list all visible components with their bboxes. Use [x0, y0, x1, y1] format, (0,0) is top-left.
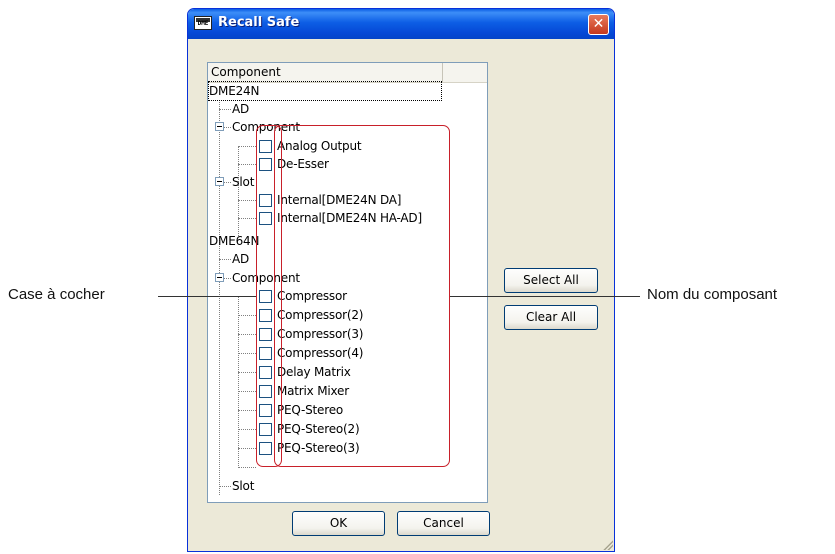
callout-line-right	[450, 296, 640, 297]
collapse-slot-icon[interactable]	[215, 177, 224, 186]
clear-all-button[interactable]: Clear All	[504, 305, 598, 330]
tree-node-dme64n[interactable]: DME64N	[209, 232, 259, 250]
component-name-highlight	[274, 125, 450, 467]
tree-node-ad[interactable]: AD	[232, 250, 249, 268]
column-header-component[interactable]: Component	[208, 63, 443, 82]
tree-node-ad[interactable]: AD	[232, 100, 249, 118]
tree-header: Component	[208, 63, 487, 83]
column-header-empty[interactable]	[444, 63, 487, 82]
close-button[interactable]: ✕	[588, 14, 609, 35]
tree-node-slot[interactable]: Slot	[232, 173, 254, 191]
collapse-component-icon[interactable]	[215, 122, 224, 131]
ok-button[interactable]: OK	[292, 511, 385, 536]
checkbox-callout-label: Case à cocher	[8, 286, 105, 303]
callout-line-left	[158, 296, 256, 297]
cancel-button[interactable]: Cancel	[397, 511, 490, 536]
select-all-button[interactable]: Select All	[504, 268, 598, 293]
title-bar[interactable]: DME Recall Safe ✕	[188, 9, 614, 39]
collapse-component-icon[interactable]	[215, 273, 224, 282]
component-name-callout-label: Nom du composant	[647, 286, 778, 303]
tree-node-slot[interactable]: Slot	[232, 477, 254, 495]
tree-node-dme24n[interactable]: DME24N	[208, 81, 442, 101]
close-icon: ✕	[592, 16, 605, 32]
resize-grip-icon[interactable]	[601, 538, 613, 550]
window-title: Recall Safe	[218, 15, 300, 30]
dme-app-icon: DME	[194, 16, 212, 30]
